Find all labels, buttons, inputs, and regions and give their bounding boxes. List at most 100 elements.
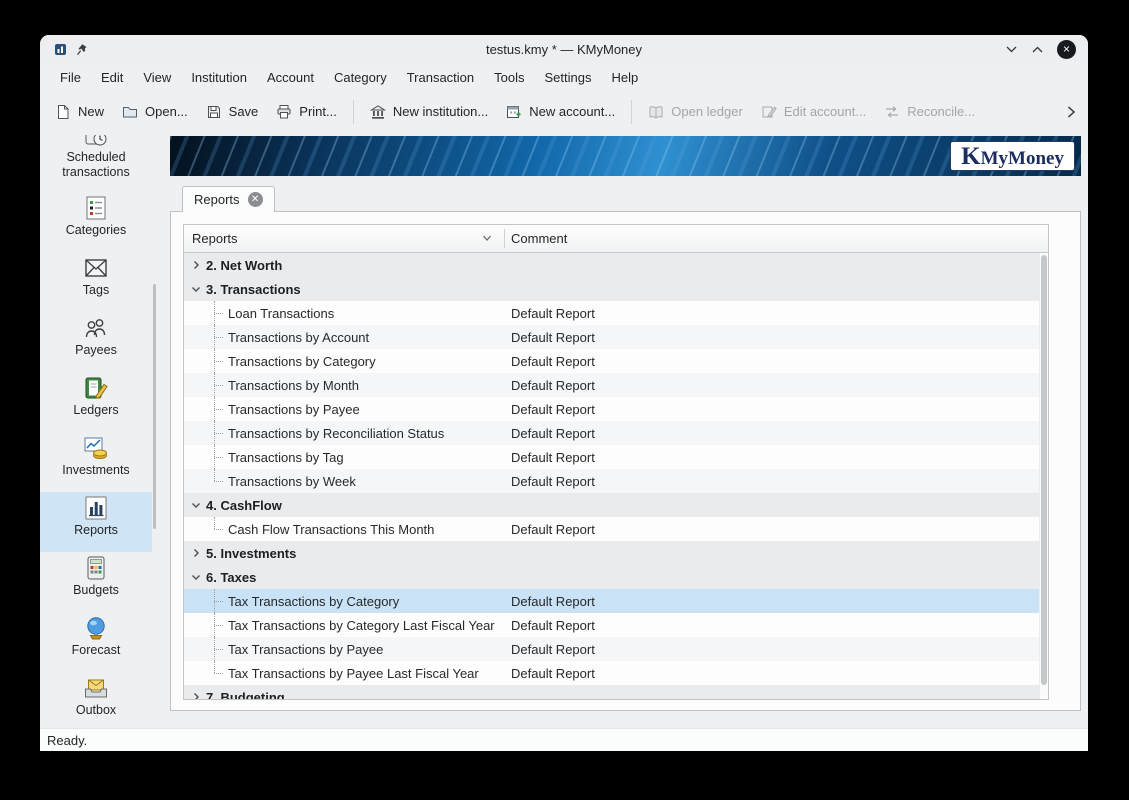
report-row[interactable]: Transactions by Week Default Report [184, 469, 1048, 493]
vertical-scrollbar[interactable] [1039, 253, 1048, 699]
payees-icon [83, 315, 109, 341]
new-institution-button[interactable]: New institution... [361, 98, 497, 126]
report-group-row[interactable]: 7. Budgeting [184, 685, 1048, 699]
column-header-reports[interactable]: Reports [192, 225, 238, 252]
report-row[interactable]: Transactions by Reconciliation Status De… [184, 421, 1048, 445]
collapse-expanded-icon[interactable] [189, 572, 203, 582]
report-row[interactable]: Transactions by Account Default Report [184, 325, 1048, 349]
new-button-label: New [78, 104, 104, 119]
expand-collapsed-icon[interactable] [189, 260, 203, 270]
menu-view[interactable]: View [133, 66, 181, 89]
sidebar-item-label: Payees [43, 343, 149, 358]
sidebar-scrollbar[interactable] [153, 284, 156, 529]
new-button[interactable]: New [46, 98, 113, 126]
titlebar[interactable]: testus.kmy * — KMyMoney × [40, 35, 1088, 63]
status-text: Ready. [47, 733, 87, 748]
minimize-button[interactable] [1005, 45, 1018, 54]
tree-branch [210, 301, 224, 325]
sidebar-item-label: Ledgers [43, 403, 149, 418]
sidebar-item-ledgers[interactable]: Ledgers [40, 372, 152, 432]
report-row[interactable]: Tax Transactions by Payee Default Report [184, 637, 1048, 661]
forecast-icon [83, 615, 109, 641]
open-folder-icon [122, 104, 138, 120]
sidebar-item-reports[interactable]: Reports [40, 492, 152, 552]
banner-streaks [170, 136, 1081, 176]
maximize-button[interactable] [1031, 45, 1044, 54]
report-group-row[interactable]: 4. CashFlow [184, 493, 1048, 517]
menu-transaction[interactable]: Transaction [397, 66, 484, 89]
edit-account-icon [761, 104, 777, 120]
tree-branch [210, 613, 224, 637]
open-button-label: Open... [145, 104, 188, 119]
menu-file[interactable]: File [50, 66, 91, 89]
scheduled-transactions-icon [83, 135, 109, 148]
ledgers-icon [83, 375, 109, 401]
reports-pane: Reports Comment [170, 211, 1081, 711]
sidebar-item-tags[interactable]: Tags [40, 252, 152, 312]
save-button[interactable]: Save [197, 98, 268, 126]
report-row[interactable]: Transactions by Payee Default Report [184, 397, 1048, 421]
sidebar-item-forecast[interactable]: Forecast [40, 612, 152, 672]
bank-icon [370, 104, 386, 120]
save-icon [206, 104, 222, 120]
report-row[interactable]: Transactions by Month Default Report [184, 373, 1048, 397]
menu-settings[interactable]: Settings [535, 66, 602, 89]
menu-category[interactable]: Category [324, 66, 397, 89]
menu-edit[interactable]: Edit [91, 66, 133, 89]
tree-branch [210, 373, 224, 397]
print-button-label: Print... [299, 104, 337, 119]
menu-account[interactable]: Account [257, 66, 324, 89]
sidebar-item-categories[interactable]: Categories [40, 192, 152, 252]
sidebar-item-outbox[interactable]: Outbox [40, 672, 152, 728]
open-ledger-button-label: Open ledger [671, 104, 743, 119]
tree-branch [210, 421, 224, 445]
tree-branch [210, 445, 224, 469]
sidebar-item-budgets[interactable]: Budgets [40, 552, 152, 612]
sidebar-item-scheduled-transactions[interactable]: Scheduled transactions [40, 132, 152, 192]
sidebar-item-label: Categories [43, 223, 149, 238]
print-button[interactable]: Print... [267, 98, 346, 126]
new-account-icon [506, 104, 522, 120]
view-sidebar: Scheduled transactions Categories Tags [40, 132, 152, 728]
menu-institution[interactable]: Institution [181, 66, 257, 89]
expand-collapsed-icon[interactable] [189, 548, 203, 558]
open-button[interactable]: Open... [113, 98, 197, 126]
menu-tools[interactable]: Tools [484, 66, 534, 89]
report-group-row[interactable]: 5. Investments [184, 541, 1048, 565]
report-row-selected[interactable]: Tax Transactions by Category Default Rep… [184, 589, 1048, 613]
report-row[interactable]: Cash Flow Transactions This Month Defaul… [184, 517, 1048, 541]
collapse-expanded-icon[interactable] [189, 500, 203, 510]
report-group-row[interactable]: 6. Taxes [184, 565, 1048, 589]
collapse-expanded-icon[interactable] [189, 284, 203, 294]
kmymoney-logo-text: KMyMoney [961, 144, 1064, 169]
report-row[interactable]: Tax Transactions by Payee Last Fiscal Ye… [184, 661, 1048, 685]
report-row[interactable]: Tax Transactions by Category Last Fiscal… [184, 613, 1048, 637]
menu-help[interactable]: Help [601, 66, 648, 89]
new-account-button[interactable]: New account... [497, 98, 624, 126]
tab-reports[interactable]: Reports ✕ [182, 186, 275, 212]
report-row[interactable]: Transactions by Tag Default Report [184, 445, 1048, 469]
edit-account-button: Edit account... [752, 98, 875, 126]
sidebar-item-investments[interactable]: Investments [40, 432, 152, 492]
report-group-row[interactable]: 2. Net Worth [184, 253, 1048, 277]
sidebar-item-label: Budgets [43, 583, 149, 598]
report-row[interactable]: Transactions by Category Default Report [184, 349, 1048, 373]
scrollbar-thumb[interactable] [1041, 255, 1047, 685]
categories-icon [83, 195, 109, 221]
sidebar-item-label: Reports [43, 523, 149, 538]
sidebar-item-payees[interactable]: Payees [40, 312, 152, 372]
toolbar-overflow-button[interactable] [1060, 101, 1082, 123]
close-button[interactable]: × [1057, 40, 1076, 59]
desktop-background: testus.kmy * — KMyMoney × File Edit View… [0, 0, 1129, 800]
tree-branch [210, 469, 224, 493]
kmymoney-logo: KMyMoney [950, 141, 1075, 171]
status-bar: Ready. [40, 728, 1088, 751]
expand-collapsed-icon[interactable] [189, 692, 203, 699]
column-header-comment[interactable]: Comment [511, 225, 567, 252]
reconcile-icon [884, 104, 900, 120]
tab-close-icon[interactable]: ✕ [248, 192, 263, 207]
report-row[interactable]: Loan Transactions Default Report [184, 301, 1048, 325]
tree-branch [210, 325, 224, 349]
reconcile-button: Reconcile... [875, 98, 984, 126]
report-group-row[interactable]: 3. Transactions [184, 277, 1048, 301]
